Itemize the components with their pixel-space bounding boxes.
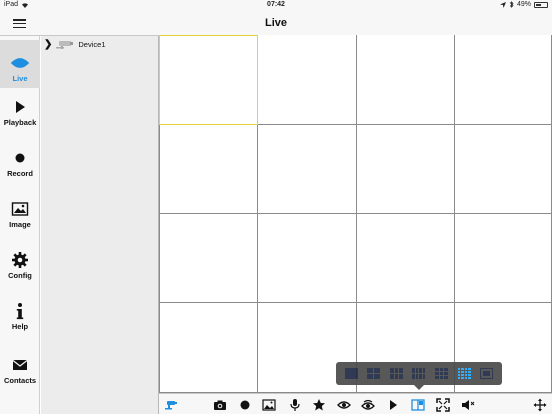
play-icon xyxy=(16,101,25,113)
sidebar-item-image[interactable]: Image xyxy=(0,200,40,229)
video-cell-4[interactable] xyxy=(455,35,552,125)
video-cell-10[interactable] xyxy=(258,214,357,303)
gear-icon xyxy=(12,252,28,268)
video-cell-13[interactable] xyxy=(159,303,258,393)
device-tree-item[interactable]: ❯ Device1 xyxy=(44,39,106,50)
mute-icon[interactable] xyxy=(460,397,476,413)
video-cell-1[interactable] xyxy=(159,35,258,125)
camera-connect-icon[interactable] xyxy=(163,397,179,413)
fullscreen-icon[interactable] xyxy=(435,397,451,413)
sidebar-item-help[interactable]: Help xyxy=(0,302,40,331)
layout-option-8[interactable] xyxy=(412,368,426,379)
layout-option-6[interactable] xyxy=(389,368,403,379)
status-time: 07:42 xyxy=(267,1,285,8)
image-gallery-icon[interactable] xyxy=(261,397,277,413)
video-cell-9[interactable] xyxy=(159,214,258,303)
sidebar-item-label: Help xyxy=(11,322,29,331)
video-cell-3[interactable] xyxy=(357,35,455,125)
microphone-icon[interactable] xyxy=(287,397,303,413)
nav-bar: Live xyxy=(0,11,552,36)
sidebar-item-label: Live xyxy=(12,74,28,83)
status-bar: iPad 07:42 49% xyxy=(0,0,552,11)
layout-option-custom[interactable] xyxy=(480,368,494,379)
eye-icon[interactable] xyxy=(336,397,352,413)
video-cell-2[interactable] xyxy=(258,35,357,125)
sidebar-item-label: Image xyxy=(9,220,31,229)
eye-icon xyxy=(11,58,29,68)
layout-menu xyxy=(336,362,502,390)
layout-option-4[interactable] xyxy=(367,368,381,379)
sidebar: Live Playback Record Image Config Help C… xyxy=(0,36,40,414)
status-right: 49% xyxy=(499,1,548,8)
sidebar-item-label: Record xyxy=(7,169,33,178)
chevron-right-icon[interactable]: ❯ xyxy=(44,39,52,50)
video-cell-5[interactable] xyxy=(159,125,258,214)
layout-option-16[interactable] xyxy=(457,368,471,379)
record-icon xyxy=(15,153,25,163)
video-cell-7[interactable] xyxy=(357,125,455,214)
page-title: Live xyxy=(264,17,287,29)
battery-percent: 49% xyxy=(516,1,531,8)
snapshot-icon[interactable] xyxy=(212,397,228,413)
favorite-star-icon[interactable] xyxy=(311,397,327,413)
info-icon xyxy=(16,303,24,320)
video-cell-11[interactable] xyxy=(357,214,455,303)
bluetooth-icon xyxy=(509,1,514,8)
video-cell-6[interactable] xyxy=(258,125,357,214)
device-name: Device1 xyxy=(78,40,106,49)
location-icon xyxy=(499,1,506,8)
play-icon[interactable] xyxy=(385,397,401,413)
ptz-move-icon[interactable] xyxy=(532,397,548,413)
sidebar-item-label: Playback xyxy=(3,118,37,127)
sidebar-item-config[interactable]: Config xyxy=(0,251,40,280)
sidebar-item-label: Config xyxy=(8,271,32,280)
battery-icon xyxy=(534,1,548,8)
sidebar-item-record[interactable]: Record xyxy=(0,149,40,178)
record-dot-icon[interactable] xyxy=(237,397,253,413)
device-tree: ❯ Device1 xyxy=(41,36,159,414)
layout-option-1[interactable] xyxy=(344,368,358,379)
video-cell-12[interactable] xyxy=(455,214,552,303)
sidebar-item-playback[interactable]: Playback xyxy=(0,98,40,127)
bottom-toolbar xyxy=(159,393,552,414)
sidebar-item-label: Contacts xyxy=(3,376,37,385)
eye-multi-icon[interactable] xyxy=(360,397,376,413)
sidebar-item-contacts[interactable]: Contacts xyxy=(0,356,40,385)
layout-option-9[interactable] xyxy=(435,368,449,379)
image-icon xyxy=(11,202,29,216)
sidebar-item-live[interactable]: Live xyxy=(0,40,40,88)
mail-icon xyxy=(12,360,28,370)
layout-icon[interactable] xyxy=(410,397,426,413)
video-grid xyxy=(159,35,552,393)
camera-icon xyxy=(56,41,74,49)
video-cell-8[interactable] xyxy=(455,125,552,214)
